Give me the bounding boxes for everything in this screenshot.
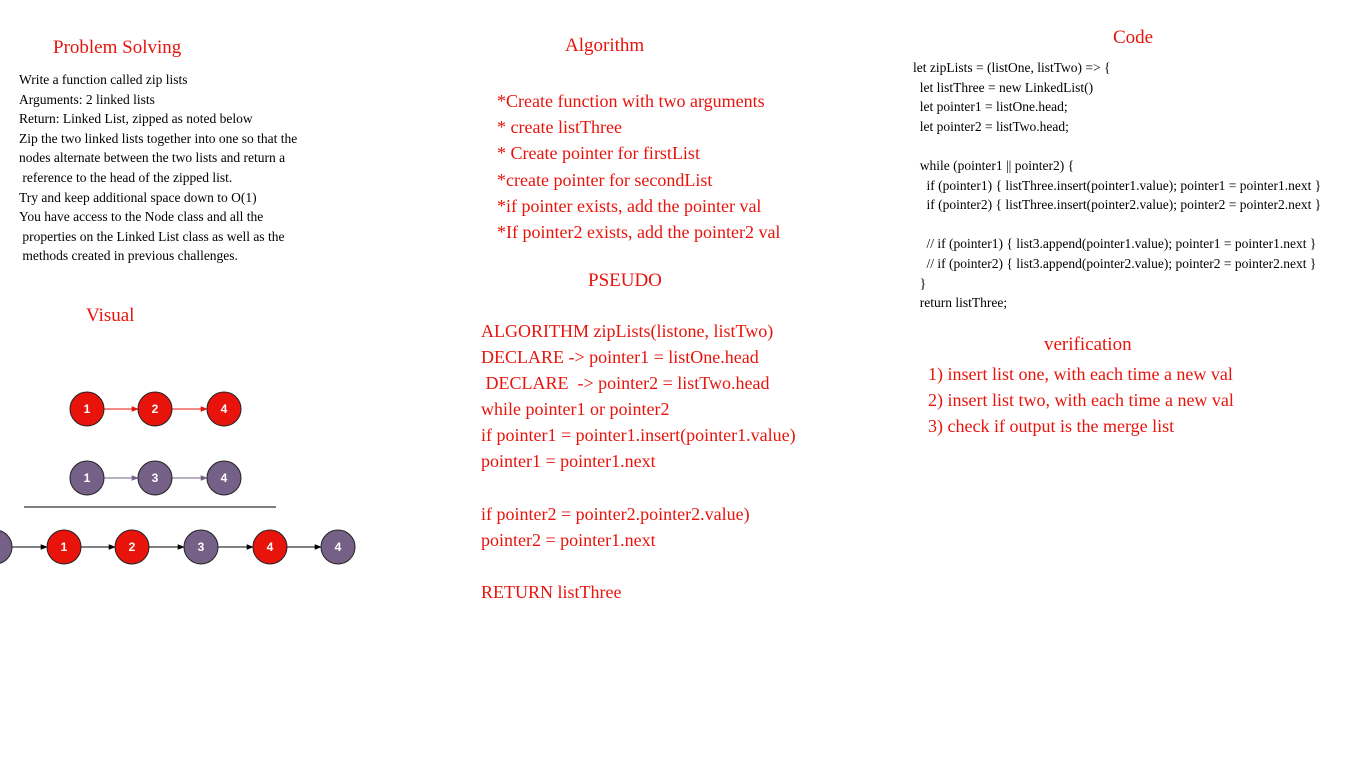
pseudo-line: pointer2 = pointer1.next xyxy=(481,529,656,550)
code-line: let pointer2 = listTwo.head; xyxy=(913,118,1069,134)
result-node-label: 2 xyxy=(129,540,136,554)
problem-line: You have access to the Node class and al… xyxy=(19,209,264,225)
result-node-label: 4 xyxy=(267,540,274,554)
verification-step: 3) check if output is the merge list xyxy=(928,416,1175,436)
result-node-label: 4 xyxy=(335,540,342,554)
list-two-node-label: 4 xyxy=(221,471,228,485)
pseudo-line xyxy=(481,475,796,501)
linked-list-visual: 1 2 4 1 3 4 1 2 3 4 4 xyxy=(0,391,356,565)
problem-line: Zip the two linked lists together into o… xyxy=(19,130,298,146)
pseudo-line: RETURN listThree xyxy=(481,581,622,602)
algorithm-title: Algorithm xyxy=(565,35,645,56)
pseudo-line: DECLARE -> pointer2 = listTwo.head xyxy=(481,373,770,394)
algorithm-step: * Create pointer for firstList xyxy=(497,143,700,164)
list-one-node-label: 1 xyxy=(84,402,91,416)
code-line: let zipLists = (listOne, listTwo) => { xyxy=(913,60,1111,75)
result-node-circle xyxy=(0,530,13,564)
verification-steps: 1) insert list one, with each time a new… xyxy=(928,361,1234,439)
code-title: Code xyxy=(1113,27,1154,48)
problem-line: reference to the head of the zipped list… xyxy=(19,169,233,185)
algorithm-step: *if pointer exists, add the pointer val xyxy=(497,195,762,216)
verification-title: verification xyxy=(1044,334,1132,355)
problem-line: nodes alternate between the two lists an… xyxy=(19,150,286,166)
code-line: } xyxy=(913,275,927,291)
visual-title: Visual xyxy=(86,305,135,326)
list-two-node-label: 1 xyxy=(84,471,91,485)
problem-line: Try and keep additional space down to O(… xyxy=(19,189,257,205)
list-one-node-label: 2 xyxy=(152,402,159,416)
result-node-label: 3 xyxy=(198,540,205,554)
problem-description: Write a function called zip lists Argume… xyxy=(19,70,297,266)
code-line: if (pointer2) { listThree.insert(pointer… xyxy=(913,197,1322,213)
problem-line: Return: Linked List, zipped as noted bel… xyxy=(19,111,253,127)
verification-step: 1) insert list one, with each time a new… xyxy=(928,364,1233,384)
pseudo-line: if pointer2 = pointer2.pointer2.value) xyxy=(481,503,750,524)
pseudo-line: if pointer1 = pointer1.insert(pointer1.v… xyxy=(481,425,796,446)
problem-line: Arguments: 2 linked lists xyxy=(19,91,155,107)
algorithm-step: *Create function with two arguments xyxy=(497,91,765,111)
code-line: let pointer1 = listOne.head; xyxy=(913,99,1068,115)
problem-line: methods created in previous challenges. xyxy=(19,248,238,264)
code-line: while (pointer1 || pointer2) { xyxy=(913,157,1075,173)
verification-step: 2) insert list two, with each time a new… xyxy=(928,390,1234,410)
code-block: let zipLists = (listOne, listTwo) => { l… xyxy=(913,58,1321,313)
code-line: // if (pointer2) { list3.append(pointer2… xyxy=(913,255,1317,271)
code-line: return listThree; xyxy=(913,295,1008,311)
code-line: let listThree = new LinkedList() xyxy=(913,79,1094,95)
problem-solving-title: Problem Solving xyxy=(53,37,182,58)
pseudo-line: DECLARE -> pointer1 = listOne.head xyxy=(481,347,759,368)
code-line: if (pointer1) { listThree.insert(pointer… xyxy=(913,177,1322,193)
pseudo-title: PSEUDO xyxy=(588,270,662,291)
pseudo-line: ALGORITHM zipLists(listone, listTwo) xyxy=(481,321,774,341)
problem-line: Write a function called zip lists xyxy=(19,72,188,87)
pseudo-line: while pointer1 or pointer2 xyxy=(481,399,670,420)
pseudo-code: ALGORITHM zipLists(listone, listTwo) DEC… xyxy=(481,318,796,605)
result-node-label: 1 xyxy=(61,540,68,554)
algorithm-step: * create listThree xyxy=(497,117,622,138)
algorithm-steps: *Create function with two arguments * cr… xyxy=(497,88,780,245)
problem-line: properties on the Linked List class as w… xyxy=(19,228,285,244)
algorithm-step: *If pointer2 exists, add the pointer2 va… xyxy=(497,221,781,242)
list-two-node-label: 3 xyxy=(152,471,159,485)
pseudo-line xyxy=(481,553,796,579)
code-line: // if (pointer1) { list3.append(pointer1… xyxy=(913,236,1317,252)
pseudo-line: pointer1 = pointer1.next xyxy=(481,451,656,472)
list-one-node-label: 4 xyxy=(221,402,228,416)
algorithm-step: *create pointer for secondList xyxy=(497,169,713,190)
